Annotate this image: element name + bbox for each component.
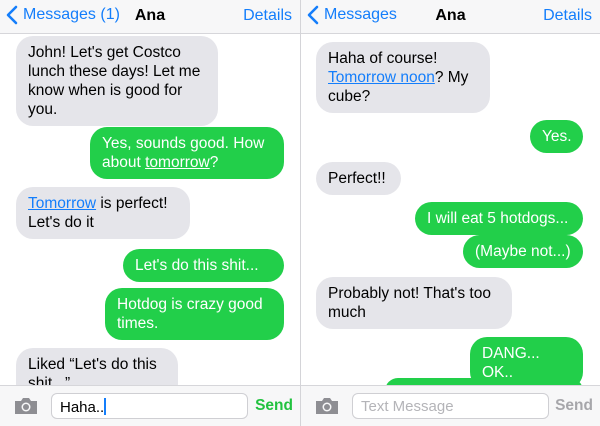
message-input[interactable] [352,393,549,419]
message-bubble-outgoing[interactable]: I will eat 5 hotdogs... [415,202,583,235]
back-button[interactable]: Messages (1) [6,5,120,25]
send-button[interactable]: Send [555,397,593,415]
message-text: (Maybe not...) [475,243,571,260]
compose-bar: Haha.. Send [0,385,300,426]
message-input[interactable]: Haha.. [51,393,248,419]
message-bubble-outgoing[interactable]: Let's do this shit... [123,249,284,282]
message-text: John! Let's get Costco lunch these days!… [28,44,201,118]
camera-icon[interactable] [315,397,339,415]
message-text: Liked “Let's do this shit...” [28,356,157,385]
message-text: Perfect!! [328,170,386,187]
text-cursor [104,398,107,415]
date-link[interactable]: Tomorrow noon [328,69,435,86]
message-bubble-outgoing[interactable]: (Maybe not...) [463,235,583,268]
message-bubble-outgoing[interactable]: Hotdog is crazy good times. [105,288,284,340]
compose-bar: Send [301,385,600,426]
back-button[interactable]: Messages [307,5,397,25]
message-bubble-incoming[interactable]: Perfect!! [316,162,401,195]
message-bubble-outgoing[interactable]: Yes. [530,120,583,153]
message-text: Probably not! That's too much [328,285,491,321]
message-bubble-incoming[interactable]: Haha of course! Tomorrow noon? My cube? [316,42,490,113]
message-bubble-incoming[interactable]: Tomorrow is perfect! Let's do it [16,187,190,239]
message-text: Yes. [542,128,572,145]
message-text: DANG... OK.. [482,345,540,381]
send-button[interactable]: Send [255,397,293,415]
conversation-pane-right: Messages Ana Details Haha of course! Tom… [301,0,600,426]
details-button[interactable]: Details [543,7,592,25]
message-bubble-outgoing[interactable] [385,378,583,385]
message-bubble-outgoing[interactable]: Yes, sounds good. How about tomorrow? [90,127,284,179]
details-button[interactable]: Details [243,7,292,25]
date-link[interactable]: Tomorrow [28,195,96,212]
back-label: Messages [324,6,397,23]
camera-icon[interactable] [14,397,38,415]
message-bubble-incoming[interactable]: Probably not! That's too much [316,277,512,329]
message-text: ? [209,154,219,171]
nav-bar: Messages Ana Details [301,0,600,34]
date-link[interactable]: tomorrow [145,154,210,171]
message-bubble-incoming[interactable]: John! Let's get Costco lunch these days!… [16,36,218,126]
message-bubble-incoming[interactable]: Liked “Let's do this shit...” [16,348,178,385]
message-text: Haha of course! [328,50,438,67]
nav-bar: Messages (1) Ana Details [0,0,300,34]
message-text: Let's do this shit... [135,257,259,274]
back-label: Messages (1) [23,6,120,23]
message-thread[interactable]: John! Let's get Costco lunch these days!… [0,35,300,385]
message-text: Hotdog is crazy good times. [117,296,263,332]
message-thread[interactable]: Haha of course! Tomorrow noon? My cube? … [301,35,600,385]
message-text: I will eat 5 hotdogs... [427,210,569,227]
chevron-left-icon [6,5,18,25]
conversation-pane-left: Messages (1) Ana Details John! Let's get… [0,0,300,426]
chevron-left-icon [307,5,319,25]
